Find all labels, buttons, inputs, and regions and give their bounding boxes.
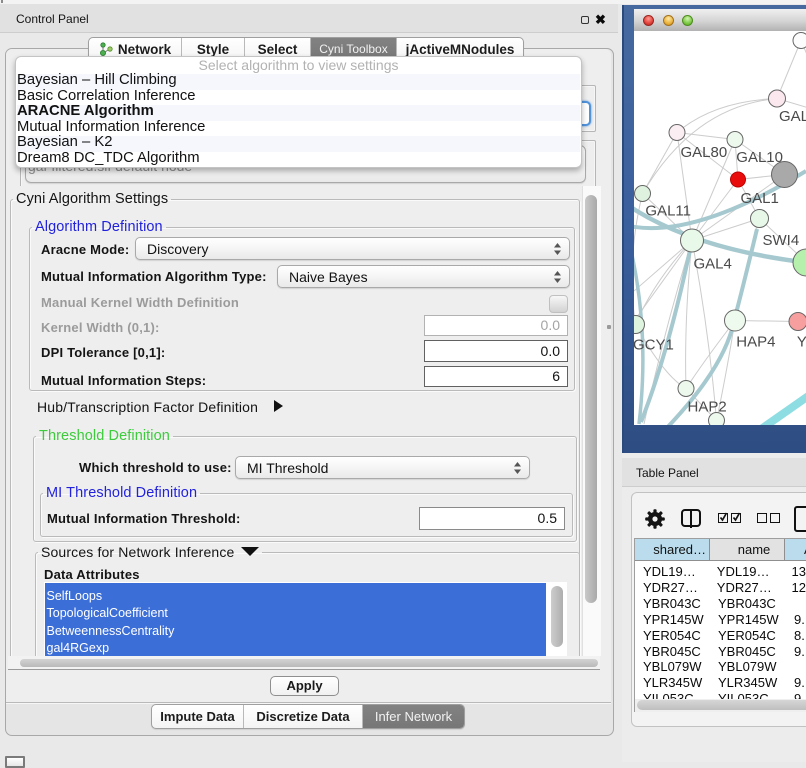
svg-text:GAL80: GAL80 [681,144,728,161]
svg-text:SWI4: SWI4 [763,232,800,249]
svg-text:Y: Y [797,334,806,351]
svg-text:GCY1: GCY1 [634,337,674,354]
svg-text:HAP4: HAP4 [736,334,775,351]
svg-text:HAP2: HAP2 [688,398,727,415]
svg-text:GAL: GAL [779,108,806,125]
svg-text:GAL11: GAL11 [645,203,691,220]
svg-text:GAL1: GAL1 [741,190,779,207]
svg-text:GAL10: GAL10 [736,149,783,166]
svg-text:GAL4: GAL4 [694,256,732,273]
